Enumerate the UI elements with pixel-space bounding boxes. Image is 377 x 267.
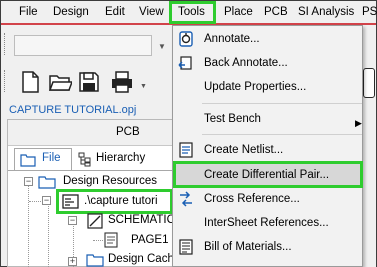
open-folder-icon[interactable]	[48, 70, 72, 94]
differential-pair-callout	[173, 161, 363, 188]
tree-guide	[48, 206, 49, 267]
menu-item-label: InterSheet References...	[204, 217, 329, 229]
project-title: CAPTURE TUTORIAL.opj	[9, 104, 137, 116]
menu-item-create-netlist[interactable]: Create Netlist...	[173, 139, 362, 161]
annotate-icon	[179, 31, 193, 47]
menu-item-back-annotate[interactable]: Back Annotate...	[173, 52, 362, 74]
menu-item-label: Cross Reference...	[204, 193, 300, 205]
folder-icon	[20, 154, 36, 167]
menu-ps[interactable]: PS	[362, 6, 377, 18]
menu-view[interactable]: View	[139, 6, 164, 18]
tree-expand-icon[interactable]: +	[68, 257, 77, 266]
menu-separator	[202, 134, 362, 135]
combo-dropdown-icon[interactable]: ▼	[158, 42, 166, 51]
right-toolbar-button[interactable]	[363, 68, 375, 98]
menu-separator	[202, 103, 362, 104]
tools-menu-callout	[169, 1, 216, 24]
menu-item-label: Bill of Materials...	[204, 241, 292, 253]
tree-guide	[93, 240, 103, 241]
menu-item-label: Test Bench	[204, 113, 261, 125]
tree-item-schematic[interactable]: SCHEMATIC	[108, 214, 175, 226]
menu-item-label: Create Netlist...	[204, 144, 284, 156]
folder-icon	[86, 254, 104, 267]
folder-icon	[38, 176, 56, 189]
print-icon[interactable]	[110, 70, 134, 94]
tree-collapse-icon[interactable]: −	[68, 216, 77, 225]
tree-collapse-icon[interactable]: −	[24, 177, 33, 186]
tab-file-label[interactable]: File	[42, 152, 61, 164]
menu-item-cross-reference[interactable]: Cross Reference...	[173, 188, 362, 210]
menu-edit[interactable]: Edit	[105, 6, 125, 18]
netlist-icon	[179, 142, 193, 158]
page-icon	[104, 232, 118, 248]
cross-reference-icon	[180, 191, 192, 207]
menu-item-label: Back Annotate...	[204, 57, 288, 69]
right-toolbar	[362, 27, 376, 267]
toolbar-combo[interactable]	[14, 35, 152, 56]
submenu-arrow-icon: ▶	[355, 118, 362, 128]
tree-item-design-cache[interactable]: Design Cach	[108, 253, 174, 265]
tree-item-design-resources[interactable]: Design Resources	[63, 175, 157, 187]
save-icon[interactable]	[77, 70, 101, 94]
tab-hierarchy[interactable]: Hierarchy	[96, 152, 145, 164]
menu-item-test-bench[interactable]: Test Bench	[173, 108, 362, 130]
bom-icon	[179, 239, 193, 255]
menu-item-label: Annotate...	[204, 33, 260, 45]
menu-file[interactable]: File	[19, 6, 38, 18]
tree-collapse-icon[interactable]: −	[42, 196, 51, 205]
menu-design[interactable]: Design	[53, 6, 89, 18]
toolbar-gripper[interactable]	[4, 33, 7, 55]
menu-item-update-properties[interactable]: Update Properties...	[173, 76, 362, 98]
back-annotate-icon	[178, 56, 192, 70]
tree-guide	[28, 186, 29, 267]
menu-item-annotate[interactable]: Annotate...	[173, 28, 362, 50]
design-file-callout	[56, 189, 173, 214]
panel-header-label: PCB	[116, 126, 140, 138]
tab-divider	[8, 170, 174, 171]
schematic-folder-icon	[87, 213, 103, 229]
print-dropdown-icon[interactable]: ▼	[140, 83, 147, 90]
menu-item-intersheet-references[interactable]: InterSheet References...	[173, 212, 362, 234]
hierarchy-icon	[78, 152, 91, 167]
new-file-icon[interactable]	[18, 70, 42, 94]
tree-guide	[29, 201, 41, 202]
tree-item-page1[interactable]: PAGE1	[131, 234, 169, 246]
toolbar-gripper-2[interactable]	[4, 70, 7, 92]
menu-item-bill-of-materials[interactable]: Bill of Materials...	[173, 236, 362, 258]
menu-place[interactable]: Place	[224, 6, 253, 18]
menu-si-analysis[interactable]: SI Analysis	[298, 6, 354, 18]
panel-header: PCB	[8, 120, 174, 146]
menu-pcb[interactable]: PCB	[264, 6, 288, 18]
menu-item-label: Update Properties...	[204, 81, 307, 93]
